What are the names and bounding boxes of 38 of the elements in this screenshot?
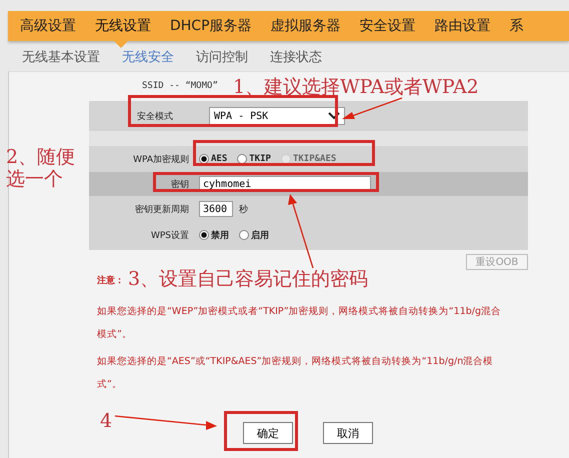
note-text: 如果您选择的是“WEP”加密模式或者“TKIP”加密规则，网络模式将被自动转换为“11b/g混合模式”。 <box>97 305 502 342</box>
nav-tab[interactable]: 路由设置 <box>422 11 498 41</box>
chevron-icon <box>328 112 340 120</box>
radio-option[interactable]: 启用 <box>239 228 269 242</box>
field-label: WPA加密规则 <box>132 154 190 166</box>
sub-tab[interactable]: 无线基本设置 <box>22 47 100 67</box>
radio-option[interactable]: TKIP <box>237 154 271 164</box>
radio-button[interactable] <box>199 154 209 164</box>
radio-button[interactable] <box>239 230 249 240</box>
sub-tab[interactable]: 访问控制 <box>196 47 248 67</box>
field-label: 安全模式 <box>136 110 174 122</box>
annotation-text: 3、设置自己容易记住的密码 <box>128 267 368 292</box>
unit-label: 秒 <box>239 204 248 216</box>
radio-option[interactable]: 禁用 <box>199 228 229 242</box>
security-mode-select[interactable]: WPA - PSK <box>209 107 345 125</box>
nav-tab[interactable]: 无线设置 <box>83 11 158 41</box>
arrow <box>342 97 402 119</box>
nav-tab[interactable]: 高级设置 <box>8 11 83 41</box>
field-label: WPS设置 <box>150 230 190 242</box>
ssid-label: SSID -- “MOMO” <box>142 81 218 93</box>
field-label: 密钥更新周期 <box>134 204 190 216</box>
radio-button[interactable] <box>237 154 248 164</box>
nav-tab[interactable]: 虚拟服务器 <box>258 11 348 41</box>
annotation-text: 2、随便 选一个 <box>6 146 76 190</box>
confirm-button[interactable]: 确定 <box>243 422 293 444</box>
radio-option[interactable]: AES <box>199 154 228 164</box>
renew-input[interactable]: 3600 <box>199 201 233 217</box>
radio-button[interactable] <box>199 230 209 240</box>
note-text: 如果您选择的是“AES”或“TKIP&AES”加密规则，网络模式将被自动转换为“11b/g/n混合模式”。 <box>97 355 494 392</box>
nav-tab[interactable]: 系 <box>498 11 531 41</box>
nav-tab[interactable]: 安全设置 <box>348 11 423 41</box>
sub-tab[interactable]: 无线安全 <box>122 47 174 67</box>
annotation-text: 4 <box>100 410 112 432</box>
nav-tab[interactable]: DHCP服务器 <box>158 11 259 41</box>
sub-tab[interactable]: 连接状态 <box>270 47 322 67</box>
notice-label: 注意： <box>97 274 124 288</box>
field-label: 密钥 <box>170 178 190 190</box>
cancel-button[interactable]: 取消 <box>323 422 373 444</box>
